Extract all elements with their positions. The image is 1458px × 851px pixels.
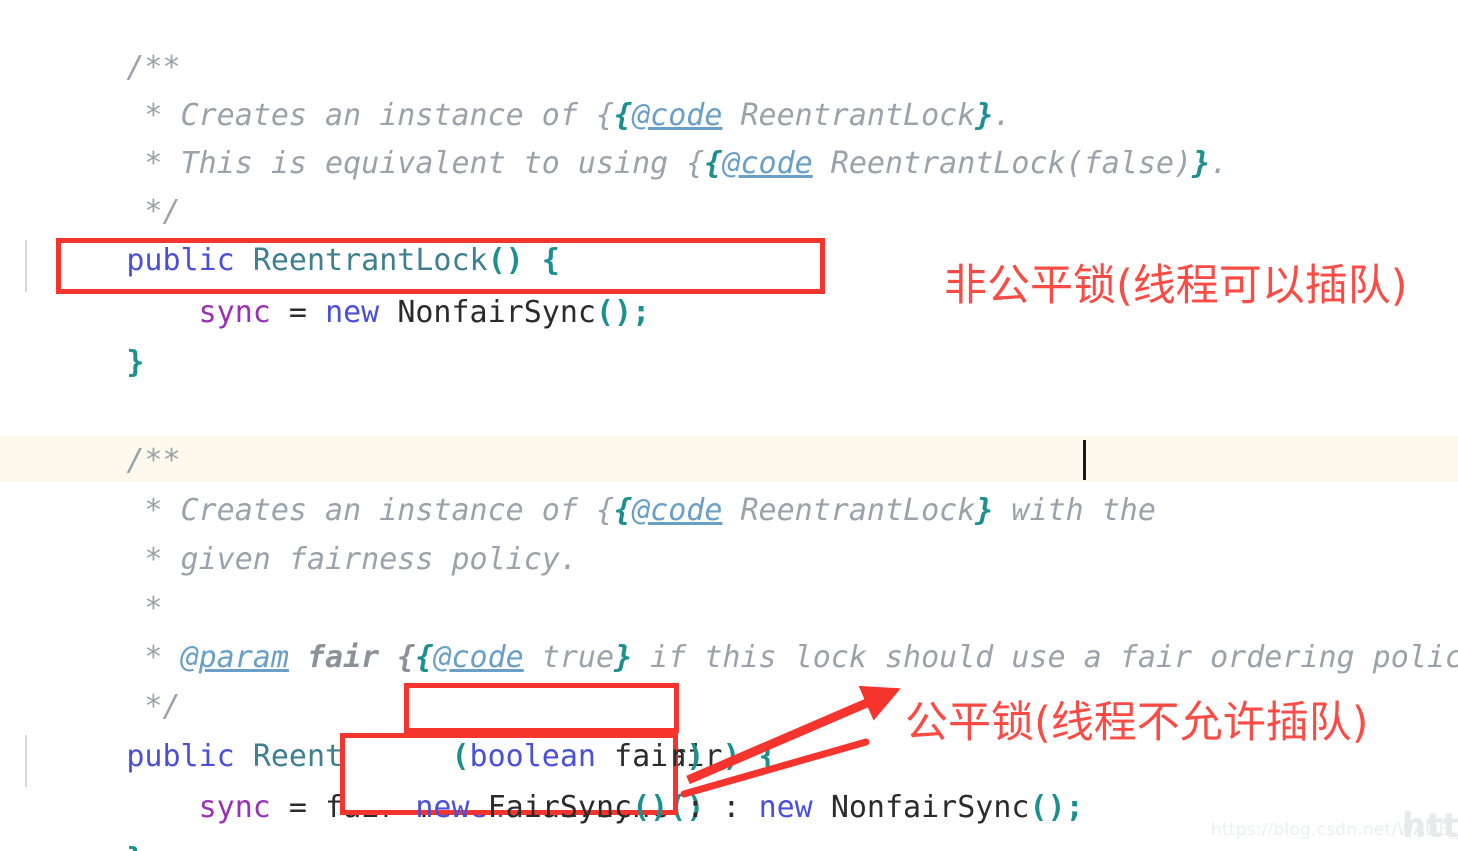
annotation-note-nonfair: 非公平锁(线程可以插队) — [944, 261, 1408, 311]
code-line-1[interactable]: /** — [0, 0, 1458, 85]
code-line-12[interactable]: * — [0, 534, 1458, 626]
token-call-parens: () — [632, 790, 669, 825]
code-line-2[interactable]: * Creates an instance of {{@code Reentra… — [0, 41, 1458, 133]
watermark-logo: http — [1402, 806, 1458, 846]
code-line-14[interactable]: */ — [0, 632, 1458, 724]
token-close-brace: } — [126, 345, 145, 380]
code-line-9[interactable]: /** — [0, 386, 1458, 478]
indent-guide — [25, 240, 27, 292]
code-line-3[interactable]: * This is equivalent to using {{@code Re… — [0, 89, 1458, 181]
token-ternary-colon: : — [668, 790, 723, 825]
text-cursor — [1083, 440, 1086, 480]
token-type-fairsync: FairSync — [487, 790, 633, 825]
code-line-5[interactable]: public ReentrantLock() { — [0, 186, 1458, 278]
code-line-13[interactable]: * @param fair {{@code true} if this lock… — [0, 583, 1458, 675]
token-keyword-new: new — [415, 790, 470, 825]
code-line-10[interactable]: * Creates an instance of {{@code Reentra… — [0, 436, 1458, 528]
annotation-box-nonfair-sync — [56, 238, 825, 294]
token-close-brace: } — [126, 842, 144, 851]
code-line-11[interactable]: * given fairness policy. — [0, 485, 1458, 577]
annotation-note-fair: 公平锁(线程不允许插队) — [905, 698, 1369, 748]
code-line-4[interactable]: */ — [0, 137, 1458, 229]
code-editor-screenshot: /** * Creates an instance of {{@code Ree… — [0, 0, 1458, 851]
